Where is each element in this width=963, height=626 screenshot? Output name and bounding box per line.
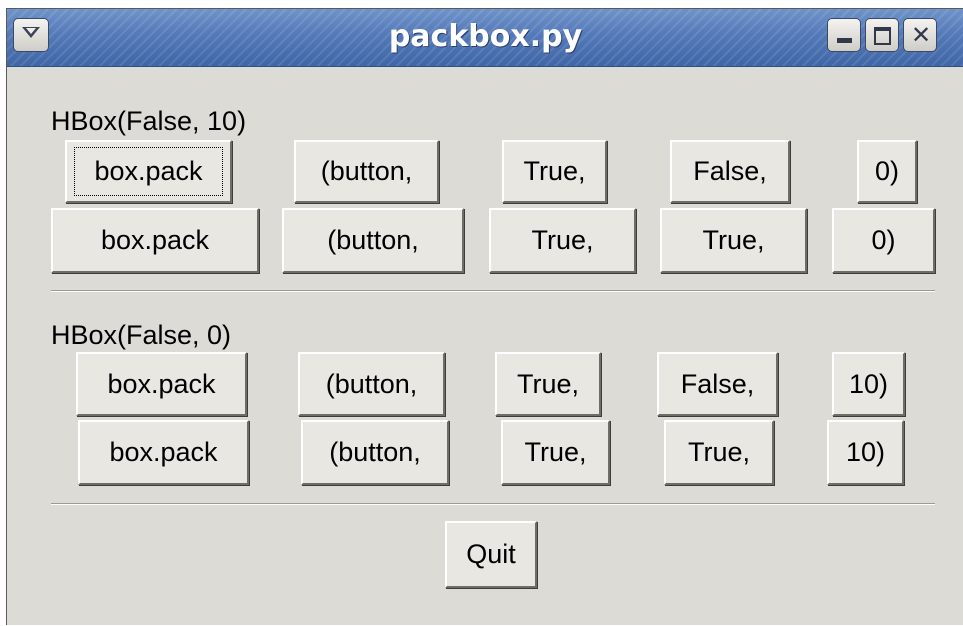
button-label: Quit [466,539,516,569]
minimize-button[interactable] [827,18,861,52]
button-label: box.pack [109,437,218,467]
section1-label: HBox(False, 10) [51,106,247,136]
separator [51,290,935,292]
s2-row2-expand-button[interactable]: True, [501,420,610,485]
button-label: True, [687,437,750,467]
s2-row2-fill-button[interactable]: True, [664,420,774,485]
s2-row1-button-arg[interactable]: (button, [298,352,445,416]
s2-row2-button-arg[interactable]: (button, [301,420,449,485]
title-bar[interactable]: packbox.py ✕ [7,9,963,67]
button-label: (button, [327,225,419,255]
window-content: HBox(False, 10) box.pack (button, True, … [7,67,963,626]
maximize-button[interactable] [865,18,899,52]
s1-row1-padding-button[interactable]: 0) [857,140,917,203]
s1-row1-button-arg[interactable]: (button, [294,140,439,203]
s2-row1-fill-button[interactable]: False, [657,352,778,416]
s1-row1-fill-button[interactable]: False, [670,140,790,203]
button-label: False, [680,368,755,399]
button-label: True, [531,225,594,255]
close-icon: ✕ [910,21,932,49]
s2-row1-expand-button[interactable]: True, [495,352,601,416]
s1-row1-pack-button[interactable]: box.pack [65,140,232,203]
button-label: True, [524,437,587,467]
s1-row2-pack-button[interactable]: box.pack [51,208,259,273]
s2-row2-pack-button[interactable]: box.pack [78,420,249,485]
s1-row2-fill-button[interactable]: True, [660,208,807,273]
button-label: (button, [329,437,421,467]
button-label: (button, [325,368,418,399]
button-label: True, [702,225,765,255]
s1-row2-padding-button[interactable]: 0) [832,208,935,273]
maximize-icon [874,27,891,45]
button-label: box.pack [100,225,210,255]
button-label: 10) [848,368,889,399]
section2-label: HBox(False, 0) [51,320,232,350]
s2-row1-pack-button[interactable]: box.pack [76,352,247,416]
s2-row2-padding-button[interactable]: 10) [827,420,904,485]
minimize-icon [837,38,852,43]
s1-row2-button-arg[interactable]: (button, [282,208,464,273]
s1-row2-expand-button[interactable]: True, [489,208,636,273]
button-label: box.pack [107,368,216,399]
button-label: True, [523,156,586,186]
separator [51,503,935,505]
close-button[interactable]: ✕ [903,18,937,52]
s2-row1-padding-button[interactable]: 10) [832,352,905,416]
button-label: 0) [874,156,899,186]
app-window: packbox.py ✕ HBox(False, 10) box.pack (b… [6,8,963,625]
button-label: 10) [845,437,886,467]
focus-indicator [74,147,223,196]
window-title: packbox.py [388,19,583,54]
button-label: True, [516,368,579,399]
button-label: (button, [320,156,413,186]
button-label: False, [693,156,767,186]
button-label: 0) [871,225,896,255]
quit-button[interactable]: Quit [445,521,537,588]
s1-row1-expand-button[interactable]: True, [502,140,607,203]
